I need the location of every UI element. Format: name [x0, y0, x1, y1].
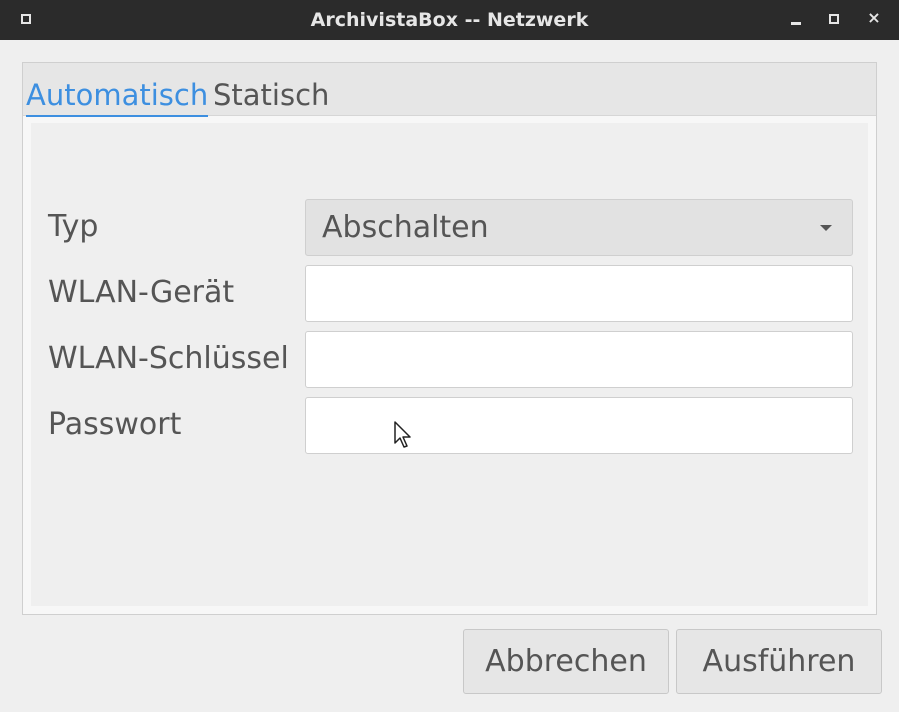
password-label: Passwort	[48, 407, 182, 442]
wlan-key-label: WLAN-Schlüssel	[48, 341, 289, 376]
tab-statisch[interactable]: Statisch	[213, 77, 329, 115]
run-button[interactable]: Ausführen	[676, 629, 882, 694]
dropdown-caret-icon	[820, 225, 832, 231]
tab-content: Typ Abschalten WLAN-Gerät WLAN-Schlüssel…	[31, 123, 868, 606]
wlan-device-input[interactable]	[305, 265, 853, 322]
minimize-icon[interactable]	[791, 22, 801, 25]
password-input[interactable]	[305, 397, 853, 454]
cancel-button[interactable]: Abbrechen	[463, 629, 669, 694]
close-icon[interactable]: ×	[866, 10, 882, 26]
tab-panel: Automatisch Statisch Typ Abschalten WLAN…	[22, 62, 877, 615]
type-select-value: Abschalten	[322, 210, 489, 245]
tab-bar: Automatisch Statisch	[23, 63, 876, 117]
title-bar: ArchivistaBox -- Netzwerk ×	[0, 0, 899, 40]
wlan-device-label: WLAN-Gerät	[48, 275, 235, 310]
wlan-key-input[interactable]	[305, 331, 853, 388]
type-label: Typ	[48, 209, 99, 244]
mouse-cursor-icon	[394, 421, 411, 448]
window-title: ArchivistaBox -- Netzwerk	[310, 9, 589, 31]
maximize-icon[interactable]	[829, 14, 839, 24]
type-select[interactable]: Abschalten	[305, 199, 853, 256]
tab-automatisch[interactable]: Automatisch	[26, 77, 209, 117]
